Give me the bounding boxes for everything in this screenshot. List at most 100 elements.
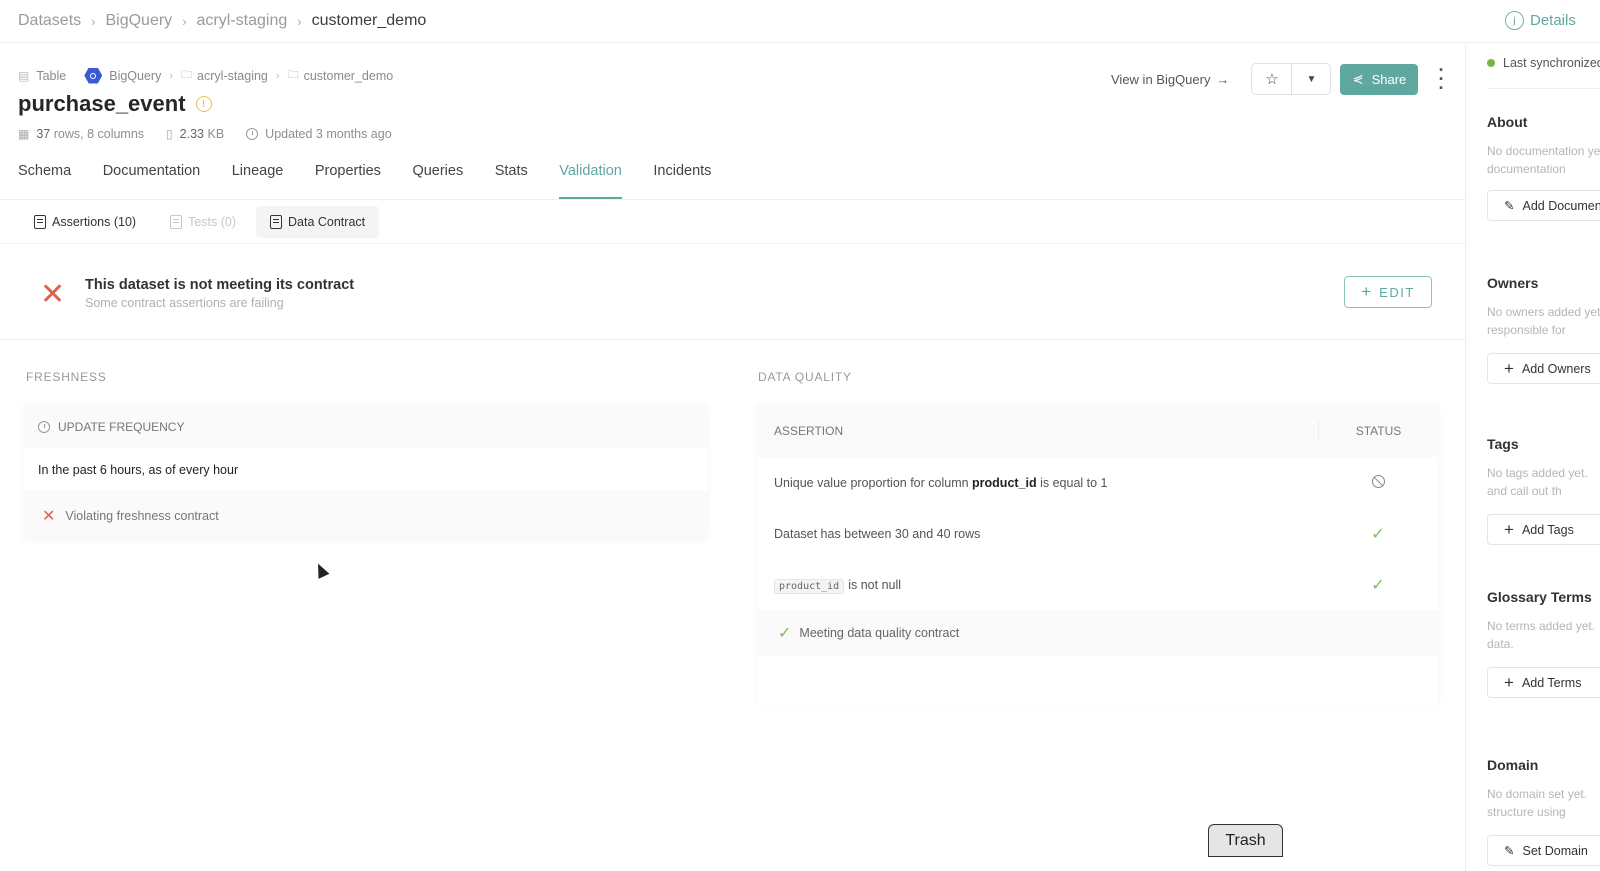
tags-description: No tags added yet. and call out th	[1487, 464, 1600, 500]
owners-title: Owners	[1487, 275, 1539, 291]
freshness-header: UPDATE FREQUENCY	[24, 406, 707, 448]
entity-breadcrumb: ▤ Table BigQuery › 🗀 acryl-staging › 🗀 c…	[18, 66, 393, 85]
assertion-text: is equal to 1	[1036, 475, 1108, 490]
trash-dock-button[interactable]: Trash	[1208, 824, 1283, 857]
tags-section: Tags No tags added yet. and call out th +…	[1487, 436, 1600, 545]
view-in-bigquery-link[interactable]: View in BigQuery →	[1111, 72, 1229, 87]
folder-icon: 🗀	[287, 69, 299, 81]
assertion-text: Unique value proportion for column	[774, 475, 973, 490]
column-name: product_id	[972, 475, 1037, 490]
tab-lineage[interactable]: Lineage	[232, 154, 284, 199]
star-icon[interactable]: ☆	[1252, 64, 1291, 94]
table-header: ASSERTION STATUS	[758, 405, 1438, 457]
contract-status-subtitle: Some contract assertions are failing	[85, 296, 284, 310]
domain-description: No domain set yet. structure using	[1487, 785, 1600, 821]
grid-icon: ▦	[18, 127, 30, 141]
updated-label: Updated 3 months ago	[265, 127, 392, 141]
assertion-doc-icon	[34, 215, 46, 229]
data-quality-status-label: Meeting data quality contract	[799, 626, 960, 640]
divider	[0, 199, 1465, 200]
status-cell: ✓	[1318, 524, 1438, 544]
desc-line: No owners added yet.	[1487, 305, 1600, 319]
breadcrumb-acryl-staging[interactable]: acryl-staging	[197, 12, 288, 30]
glossary-description: No terms added yet. data.	[1487, 617, 1600, 653]
size-stat: ▯ 2.33 KB	[166, 127, 224, 141]
tab-stats[interactable]: Stats	[495, 154, 528, 199]
set-domain-button[interactable]: ✎ Set Domain	[1487, 835, 1600, 866]
tab-incidents[interactable]: Incidents	[653, 154, 711, 199]
info-icon: i	[1505, 11, 1524, 30]
failing-x-icon: ✕	[42, 507, 56, 525]
subtab-assertions[interactable]: Assertions (10)	[20, 206, 150, 238]
freshness-card: UPDATE FREQUENCY In the past 6 hours, as…	[24, 406, 707, 540]
desc-line: No domain set yet.	[1487, 787, 1588, 801]
table-row[interactable]: product_id is not null ✓	[758, 559, 1438, 610]
add-tags-button[interactable]: + Add Tags	[1487, 514, 1600, 545]
subtab-tests[interactable]: Tests (0)	[156, 206, 250, 238]
chevron-right-icon: ›	[91, 13, 96, 29]
file-icon: ▯	[166, 127, 173, 141]
edit-contract-button[interactable]: + EDIT	[1344, 276, 1432, 308]
chevron-right-icon: ›	[275, 69, 280, 82]
add-documentation-button[interactable]: ✎ Add Documentation	[1487, 190, 1600, 221]
breadcrumb-bigquery[interactable]: BigQuery	[105, 12, 172, 30]
column-header-status: STATUS	[1318, 420, 1438, 442]
desc-line: No tags added yet.	[1487, 466, 1588, 480]
more-options-icon[interactable]: · · ·	[1436, 61, 1446, 97]
plus-icon: +	[1504, 358, 1514, 378]
tags-title: Tags	[1487, 436, 1519, 452]
tab-documentation[interactable]: Documentation	[103, 154, 201, 199]
add-owners-button[interactable]: + Add Owners	[1487, 353, 1600, 384]
status-cell: ✓	[1318, 575, 1438, 595]
tab-schema[interactable]: Schema	[18, 154, 71, 199]
container-link-acryl-staging[interactable]: acryl-staging	[197, 69, 268, 83]
owners-description: No owners added yet. responsible for	[1487, 303, 1600, 339]
breadcrumb-datasets[interactable]: Datasets	[18, 12, 81, 30]
tab-properties[interactable]: Properties	[315, 154, 381, 199]
table-row[interactable]: Dataset has between 30 and 40 rows ✓	[758, 508, 1438, 559]
subtab-tests-label: Tests (0)	[188, 215, 236, 229]
entity-sidebar: Last synchronized About No documentation…	[1465, 44, 1600, 871]
data-quality-section-label: DATA QUALITY	[758, 370, 852, 384]
chevron-right-icon: ›	[169, 69, 174, 82]
failing-x-icon: ✕	[40, 278, 66, 311]
desc-line: No documentation yet.	[1487, 144, 1600, 158]
code-column-name: product_id	[774, 578, 845, 594]
pencil-icon: ✎	[1504, 844, 1515, 858]
details-toggle[interactable]: i Details	[1505, 11, 1600, 30]
desc-line: responsible for	[1487, 323, 1566, 337]
size-value: 2.33	[179, 127, 204, 141]
freshness-value: In the past 6 hours, as of every hour	[38, 462, 239, 477]
sync-status: Last synchronized	[1487, 56, 1600, 70]
container-link-customer-demo[interactable]: customer_demo	[304, 69, 394, 83]
desc-line: No terms added yet.	[1487, 619, 1596, 633]
freshness-section-label: FRESHNESS	[26, 370, 107, 384]
tab-queries[interactable]: Queries	[412, 154, 463, 199]
plus-icon: +	[1504, 672, 1514, 692]
plus-icon: +	[1504, 519, 1514, 539]
data-quality-status: ✓ Meeting data quality contract	[758, 610, 1438, 656]
entity-stats: ▦ 37 rows, 8 columns ▯ 2.33 KB Updated 3…	[18, 127, 414, 141]
table-icon: ▤	[18, 68, 30, 83]
table-row[interactable]: Unique value proportion for column produ…	[758, 457, 1438, 508]
subtab-data-contract[interactable]: Data Contract	[256, 206, 380, 238]
page-title: purchase_event	[18, 91, 186, 116]
domain-title: Domain	[1487, 757, 1539, 773]
add-terms-button[interactable]: + Add Terms	[1487, 667, 1600, 698]
column-header-assertion: ASSERTION	[774, 424, 844, 438]
chevron-right-icon: ›	[297, 13, 302, 29]
entity-tabs: Schema Documentation Lineage Properties …	[18, 154, 743, 199]
assertion-description: Unique value proportion for column produ…	[758, 476, 1318, 490]
rows-label: rows, 8 columns	[53, 127, 145, 141]
check-icon: ✓	[1371, 576, 1385, 594]
test-doc-icon	[170, 215, 183, 229]
tab-validation[interactable]: Validation	[559, 154, 622, 199]
button-label: Add Documentation	[1522, 198, 1600, 213]
divider	[1487, 88, 1600, 89]
breadcrumb-customer-demo[interactable]: customer_demo	[312, 12, 427, 30]
warning-icon[interactable]: !	[195, 96, 212, 112]
platform-link[interactable]: BigQuery	[109, 69, 161, 83]
caret-down-icon[interactable]: ▼	[1291, 64, 1330, 94]
freshness-status-label: Violating freshness contract	[65, 508, 219, 523]
share-button[interactable]: ⋞ Share	[1340, 63, 1419, 95]
